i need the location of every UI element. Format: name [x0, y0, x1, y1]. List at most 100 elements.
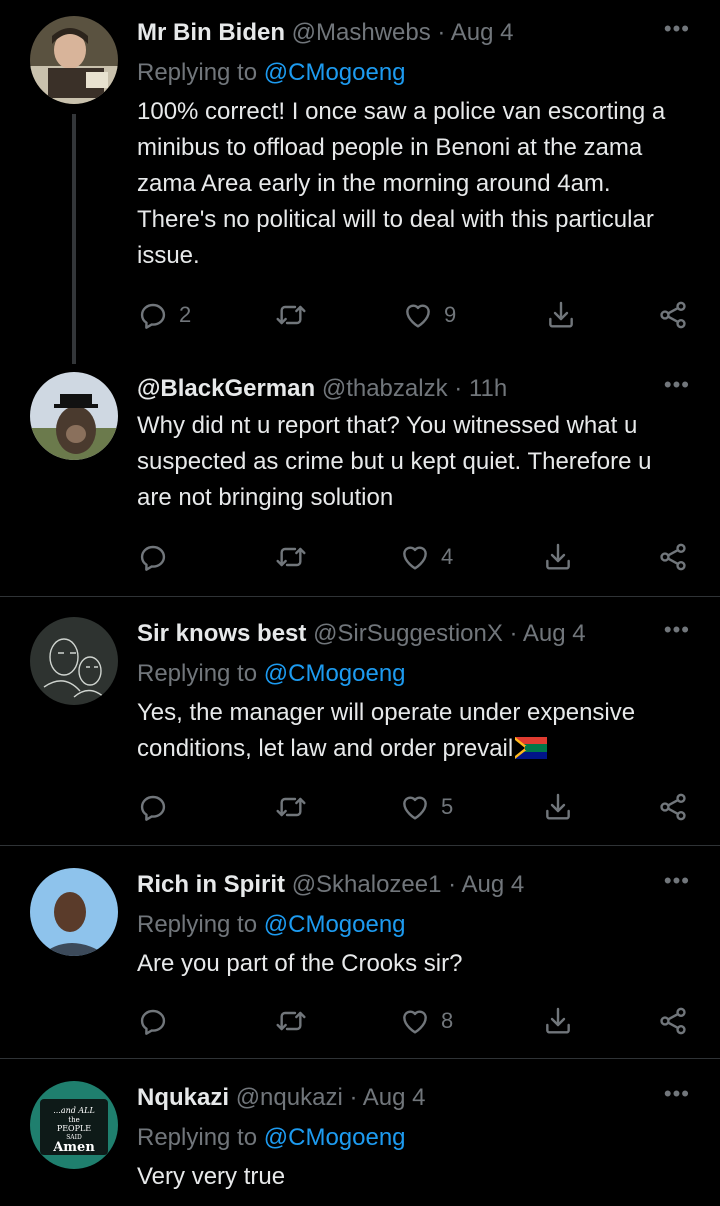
- tweet-4[interactable]: Rich in Spirit @Skhalozee1 · Aug 4 ••• R…: [0, 846, 720, 1058]
- mention-link[interactable]: @CMogoeng: [264, 911, 406, 938]
- timestamp[interactable]: Aug 4: [523, 620, 586, 647]
- avatar-badge-line2: the: [68, 1116, 79, 1124]
- save-button[interactable]: [545, 295, 577, 335]
- replying-label: Replying to: [137, 59, 258, 86]
- avatar[interactable]: [30, 868, 118, 956]
- tweet-5[interactable]: ...and ALL the PEOPLE SAID Amen Nqukazi …: [0, 1059, 720, 1206]
- timestamp[interactable]: 11h: [469, 375, 507, 402]
- share-icon: [657, 791, 689, 823]
- like-count: 4: [441, 544, 454, 569]
- share-icon: [657, 541, 689, 573]
- like-count: 5: [441, 794, 454, 819]
- like-button[interactable]: 8: [399, 1001, 453, 1041]
- mention-link[interactable]: @CMogoeng: [264, 1124, 406, 1151]
- separator: ·: [437, 19, 446, 46]
- tweet-3[interactable]: Sir knows best @SirSuggestionX · Aug 4 •…: [0, 597, 720, 845]
- download-icon: [542, 541, 574, 573]
- replying-label: Replying to: [137, 660, 258, 687]
- reply-button[interactable]: [137, 537, 179, 577]
- mention-link[interactable]: @CMogoeng: [264, 660, 406, 687]
- retweet-button[interactable]: [275, 1001, 317, 1041]
- share-button[interactable]: [657, 295, 689, 335]
- avatar-badge-line3: PEOPLE: [57, 1124, 91, 1133]
- like-count: 8: [441, 1008, 454, 1033]
- avatar[interactable]: ...and ALL the PEOPLE SAID Amen: [30, 1081, 118, 1169]
- like-icon: [399, 541, 431, 573]
- retweet-button[interactable]: [275, 787, 317, 827]
- save-button[interactable]: [542, 1001, 574, 1041]
- display-name[interactable]: Nqukazi: [137, 1084, 229, 1111]
- more-options-icon[interactable]: •••: [664, 372, 690, 398]
- reply-icon: [137, 299, 169, 331]
- reply-icon: [137, 791, 169, 823]
- download-icon: [542, 1005, 574, 1037]
- replying-to: Replying to @CMogoeng: [137, 659, 690, 689]
- user-handle[interactable]: @thabzalzk: [322, 375, 448, 402]
- display-name[interactable]: @BlackGerman: [137, 375, 315, 402]
- action-bar: 2 9: [137, 295, 692, 335]
- download-icon: [545, 299, 577, 331]
- user-handle[interactable]: @SirSuggestionX: [313, 620, 503, 647]
- more-options-icon[interactable]: •••: [664, 1081, 690, 1107]
- reply-button[interactable]: [137, 1001, 179, 1041]
- action-bar: 8: [137, 1001, 692, 1041]
- tweet-header: Nqukazi @nqukazi · Aug 4: [137, 1083, 690, 1113]
- tweet-header: Sir knows best @SirSuggestionX · Aug 4: [137, 619, 690, 649]
- user-handle[interactable]: @Mashwebs: [292, 19, 431, 46]
- tweet-text: 100% correct! I once saw a police van es…: [137, 98, 666, 269]
- reply-icon: [137, 541, 169, 573]
- reply-count: 2: [179, 302, 192, 327]
- share-icon: [657, 1005, 689, 1037]
- share-button[interactable]: [657, 1001, 689, 1041]
- south-africa-flag-emoji: [515, 737, 548, 759]
- avatar[interactable]: [30, 617, 118, 705]
- tweet-header: Rich in Spirit @Skhalozee1 · Aug 4: [137, 870, 690, 900]
- tweet-header: Mr Bin Biden @Mashwebs · Aug 4: [137, 18, 690, 48]
- timestamp[interactable]: Aug 4: [462, 871, 525, 898]
- separator: ·: [454, 375, 463, 402]
- reply-button[interactable]: 2: [137, 295, 191, 335]
- replying-to: Replying to @CMogoeng: [137, 1123, 690, 1153]
- more-options-icon[interactable]: •••: [664, 868, 690, 894]
- like-icon: [399, 1005, 431, 1037]
- download-icon: [542, 791, 574, 823]
- timestamp[interactable]: Aug 4: [363, 1084, 426, 1111]
- like-icon: [402, 299, 434, 331]
- user-handle[interactable]: @nqukazi: [236, 1084, 343, 1111]
- tweet-2[interactable]: @BlackGerman @thabzalzk · 11h ••• Why di…: [0, 360, 720, 596]
- timestamp[interactable]: Aug 4: [451, 19, 514, 46]
- tweet-text-wrap: Yes, the manager will operate under expe…: [137, 695, 690, 767]
- reply-icon: [137, 1005, 169, 1037]
- avatar[interactable]: [30, 372, 118, 460]
- like-button[interactable]: 5: [399, 787, 453, 827]
- display-name[interactable]: Rich in Spirit: [137, 871, 285, 898]
- avatar[interactable]: [30, 16, 118, 104]
- tweet-text: Why did nt u report that? You witnessed …: [137, 412, 652, 511]
- share-button[interactable]: [657, 537, 689, 577]
- share-button[interactable]: [657, 787, 689, 827]
- thread-line: [72, 114, 76, 364]
- mention-link[interactable]: @CMogoeng: [264, 59, 406, 86]
- share-icon: [657, 299, 689, 331]
- tweet-1[interactable]: Mr Bin Biden @Mashwebs · Aug 4 ••• Reply…: [0, 0, 720, 364]
- display-name[interactable]: Sir knows best: [137, 620, 306, 647]
- retweet-icon: [275, 791, 307, 823]
- more-options-icon[interactable]: •••: [664, 16, 690, 42]
- user-handle[interactable]: @Skhalozee1: [292, 871, 442, 898]
- tweet-text: Are you part of the Crooks sir?: [137, 950, 463, 977]
- avatar-badge-line5: Amen: [52, 1140, 95, 1155]
- reply-button[interactable]: [137, 787, 179, 827]
- separator: ·: [349, 1084, 358, 1111]
- like-button[interactable]: 9: [402, 295, 456, 335]
- more-options-icon[interactable]: •••: [664, 617, 690, 643]
- retweet-button[interactable]: [275, 295, 317, 335]
- save-button[interactable]: [542, 787, 574, 827]
- replying-label: Replying to: [137, 1124, 258, 1151]
- save-button[interactable]: [542, 537, 574, 577]
- separator: ·: [448, 871, 457, 898]
- like-button[interactable]: 4: [399, 537, 453, 577]
- retweet-button[interactable]: [275, 537, 317, 577]
- tweet-text: Yes, the manager will operate under expe…: [137, 699, 636, 762]
- display-name[interactable]: Mr Bin Biden: [137, 19, 285, 46]
- tweet-text: Very very true: [137, 1163, 286, 1190]
